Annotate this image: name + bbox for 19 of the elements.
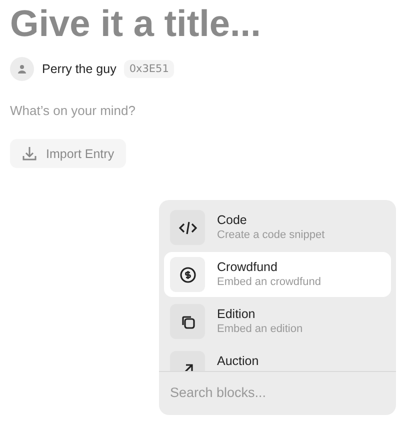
author-name: Perry the guy: [42, 62, 116, 76]
download-icon: [22, 146, 37, 161]
block-title: Crowdfund: [217, 260, 278, 275]
block-menu-item[interactable]: Edition Embed an edition: [164, 299, 391, 344]
block-description: Create a code snippet: [217, 228, 325, 242]
block-description: Embed an edition: [217, 322, 303, 336]
dollar-coin-icon: [180, 266, 196, 282]
code-icon: [178, 220, 196, 234]
block-menu-item[interactable]: Crowdfund Embed an crowdfund: [164, 252, 391, 297]
block-title: Code: [217, 213, 248, 228]
block-title: Edition: [217, 307, 256, 322]
block-description: Embed an crowdfund: [217, 275, 321, 289]
search-field[interactable]: Search blocks...: [170, 385, 385, 400]
block-menu-item[interactable]: Auction: [164, 346, 391, 371]
copy-icon: [180, 314, 194, 328]
block-title: Auction: [217, 354, 259, 369]
wallet-address: 0x3E51: [124, 60, 174, 78]
block-menu-item[interactable]: Code Create a code snippet: [164, 205, 391, 250]
user-icon: [17, 64, 27, 74]
